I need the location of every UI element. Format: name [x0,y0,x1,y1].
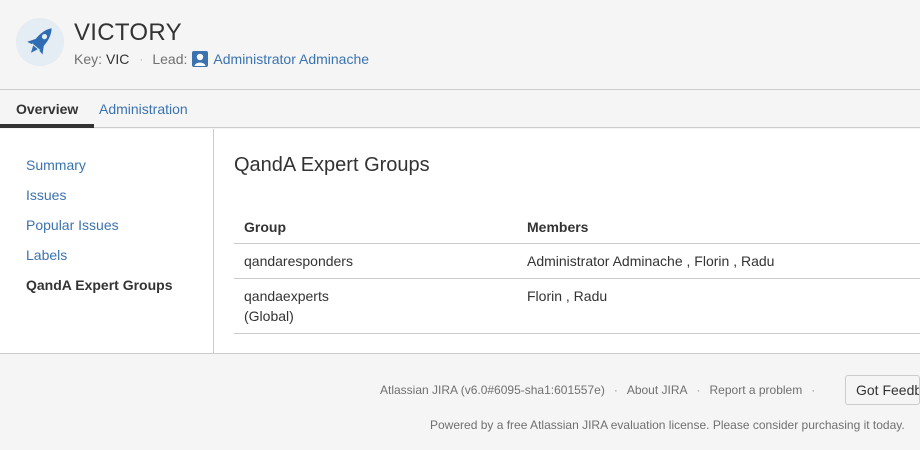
rocket-icon[interactable] [16,18,64,66]
lead-label: Lead: [152,51,188,67]
content-area: Summary Issues Popular Issues Labels Qan… [0,129,920,354]
sidebar-item-labels[interactable]: Labels [26,247,67,263]
version-text: Atlassian JIRA (v6.0#6095-sha1:601557e) [380,383,605,397]
project-header: VICTORY Key: VIC · Lead: Administrator A… [0,0,920,90]
sidebar-item-qanda-expert-groups[interactable]: QandA Expert Groups [26,277,173,293]
sidebar-item-issues[interactable]: Issues [26,187,66,203]
footer: Atlassian JIRA (v6.0#6095-sha1:601557e) ·… [0,355,920,450]
main-panel: QandA Expert Groups Group Members qandar… [214,129,920,354]
table-row: qandaexperts (Global) Florin , Radu [234,279,920,334]
key-label: Key: [74,51,103,67]
project-nav: Overview Administration [0,90,920,128]
group-members: Florin , Radu [527,288,608,304]
user-avatar-icon [192,51,209,67]
group-members: Administrator Adminache , Florin , Radu [527,253,775,269]
table-row: qandaresponders Administrator Adminache … [234,244,920,279]
about-jira-link[interactable]: About JIRA [627,383,688,397]
footer-links: Atlassian JIRA (v6.0#6095-sha1:601557e) ·… [380,383,824,397]
column-header-members: Members [527,219,589,235]
sidebar-item-summary[interactable]: Summary [26,157,86,173]
group-scope-note: (Global) [244,308,294,324]
project-lead-link[interactable]: Administrator Adminache [213,50,369,68]
group-name: qandaresponders [244,253,353,269]
project-title: VICTORY [74,19,182,46]
project-meta: Key: VIC · Lead: Administrator Adminache [74,50,369,68]
group-name: qandaexperts [244,288,329,304]
table-header: Group Members [234,209,920,244]
footer-separator: · [613,383,618,397]
feedback-button[interactable]: Got Feedback? [845,375,920,405]
column-header-group: Group [244,219,286,235]
footer-separator: · [811,383,816,397]
tab-overview[interactable]: Overview [16,101,78,117]
page-title: QandA Expert Groups [234,154,430,176]
project-key: VIC [106,51,130,67]
report-problem-link[interactable]: Report a problem [710,383,803,397]
tab-administration[interactable]: Administration [99,101,188,117]
active-tab-indicator [0,124,94,128]
footer-separator: · [696,383,701,397]
license-notice: Powered by a free Atlassian JIRA evaluat… [430,418,905,432]
groups-table: Group Members qandaresponders Administra… [234,209,920,334]
meta-separator: · [139,52,144,66]
sidebar: Summary Issues Popular Issues Labels Qan… [0,129,214,354]
sidebar-item-popular-issues[interactable]: Popular Issues [26,217,119,233]
